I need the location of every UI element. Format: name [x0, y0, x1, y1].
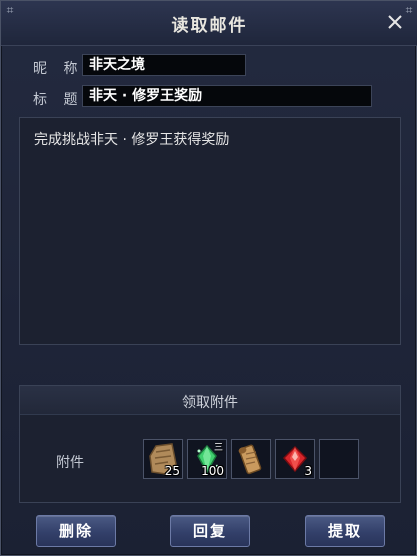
attachment-header: 领取附件 [20, 386, 400, 415]
attachment-panel: 领取附件 附件 25 三 100 3 [19, 385, 401, 503]
attachment-slot[interactable]: 25 [143, 439, 183, 479]
nickname-field: 非天之境 [82, 54, 246, 76]
mail-window: ⌗ ⌗ 读取邮件 昵 称 非天之境 标 题 非天 · 修罗王奖励 完成挑战非天 … [0, 0, 417, 556]
close-button[interactable] [386, 13, 404, 31]
attachment-slot[interactable]: 三 100 [187, 439, 227, 479]
item-quantity: 3 [304, 464, 312, 478]
empty-attachment-slot[interactable] [319, 439, 359, 479]
attachment-slot[interactable] [231, 439, 271, 479]
mail-body[interactable]: 完成挑战非天 · 修罗王获得奖励 [19, 117, 401, 345]
item-quantity: 100 [201, 464, 224, 478]
nickname-label: 昵 称 [33, 61, 84, 77]
item-quantity: 25 [164, 464, 180, 478]
rolled-scroll-icon [238, 444, 262, 475]
claim-button[interactable]: 提取 [305, 515, 385, 547]
reply-button[interactable]: 回复 [170, 515, 250, 547]
mail-body-text: 完成挑战非天 · 修罗王获得奖励 [34, 132, 230, 148]
subject-field: 非天 · 修罗王奖励 [82, 85, 372, 107]
attachment-slot[interactable]: 3 [275, 439, 315, 479]
attachment-title: 领取附件 [182, 395, 238, 411]
title-bar[interactable]: ⌗ ⌗ 读取邮件 [1, 1, 417, 46]
window-title: 读取邮件 [171, 16, 248, 36]
close-icon [388, 15, 402, 29]
attachment-label: 附件 [56, 455, 84, 471]
item-tier: 三 [213, 443, 223, 453]
delete-button[interactable]: 删除 [36, 515, 116, 547]
subject-label: 标 题 [33, 92, 84, 108]
